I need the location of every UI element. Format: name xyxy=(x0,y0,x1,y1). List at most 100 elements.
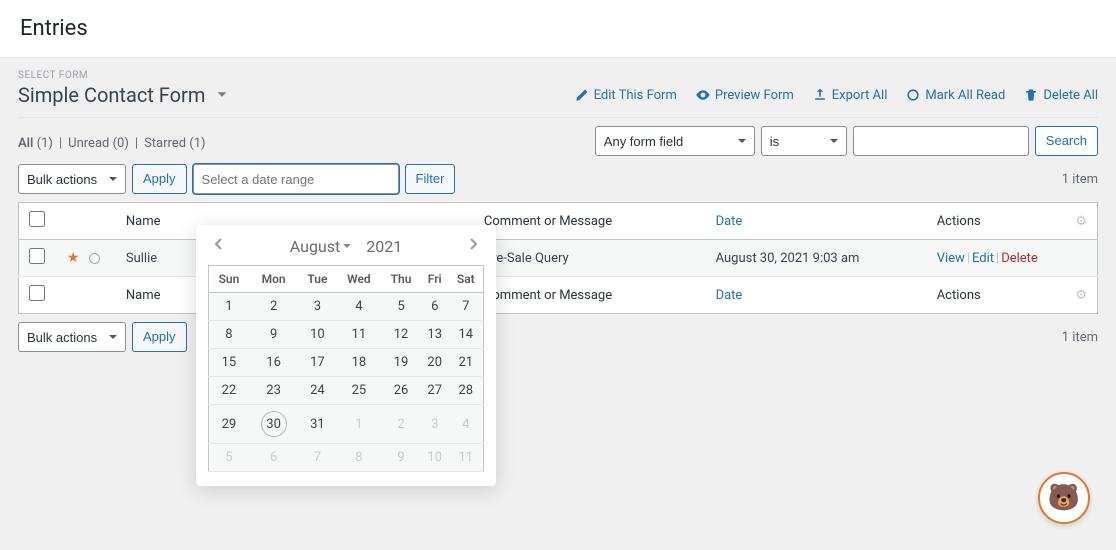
calendar-day[interactable]: 10 xyxy=(421,444,449,472)
calendar-day[interactable]: 15 xyxy=(209,349,249,377)
edit-link[interactable]: Edit xyxy=(972,251,994,266)
apply-button-bottom[interactable]: Apply xyxy=(132,322,187,352)
calendar-day[interactable]: 13 xyxy=(421,321,449,349)
calendar-day[interactable]: 6 xyxy=(249,444,298,472)
calendar-day[interactable]: 1 xyxy=(336,405,381,444)
calendar-day[interactable]: 25 xyxy=(336,377,381,405)
item-count-bottom: 1 item xyxy=(1062,330,1098,345)
calendar-day[interactable]: 31 xyxy=(298,405,336,444)
calendar-day[interactable]: 4 xyxy=(336,293,381,321)
row-checkbox[interactable] xyxy=(29,248,45,264)
gear-icon[interactable]: ⚙ xyxy=(1075,214,1087,229)
calendar-day[interactable]: 20 xyxy=(421,349,449,377)
search-value-input[interactable] xyxy=(853,126,1029,156)
col-comment-footer[interactable]: Comment or Message xyxy=(474,277,706,314)
bulk-action-select[interactable]: Bulk actions xyxy=(18,164,126,194)
trash-icon xyxy=(1023,87,1039,103)
calendar-day[interactable]: 22 xyxy=(209,377,249,405)
preview-form-label: Preview Form xyxy=(715,88,794,103)
delete-all-link[interactable]: Delete All xyxy=(1023,87,1098,103)
preview-form-link[interactable]: Preview Form xyxy=(695,87,794,103)
mark-all-read-link[interactable]: Mark All Read xyxy=(905,87,1005,103)
search-op-select[interactable]: is xyxy=(761,126,847,156)
filter-all[interactable]: All (1) xyxy=(18,136,53,151)
calendar-day[interactable]: 17 xyxy=(298,349,336,377)
calendar-day[interactable]: 9 xyxy=(249,321,298,349)
delete-all-label: Delete All xyxy=(1043,88,1098,103)
filter-unread[interactable]: Unread (0) xyxy=(68,136,129,151)
calendar-day[interactable]: 6 xyxy=(421,293,449,321)
calendar-prev[interactable] xyxy=(208,235,230,257)
form-name-text: Simple Contact Form xyxy=(18,83,205,107)
calendar-day[interactable]: 5 xyxy=(209,444,249,472)
calendar-day[interactable]: 5 xyxy=(381,293,421,321)
date-range-input[interactable] xyxy=(193,164,399,194)
calendar-day[interactable]: 27 xyxy=(421,377,449,405)
star-icon[interactable]: ★ xyxy=(67,250,80,266)
col-date-header[interactable]: Date xyxy=(706,203,927,240)
calendar-day[interactable]: 11 xyxy=(449,444,484,472)
calendar-day[interactable]: 19 xyxy=(381,349,421,377)
calendar-day[interactable]: 30 xyxy=(249,405,298,444)
form-selector[interactable]: Simple Contact Form xyxy=(18,83,231,107)
calendar-day[interactable]: 21 xyxy=(449,349,484,377)
select-all-checkbox[interactable] xyxy=(29,211,45,227)
calendar-next[interactable] xyxy=(462,235,484,257)
col-date-footer[interactable]: Date xyxy=(706,277,927,314)
chevron-down-icon xyxy=(342,241,352,251)
calendar-dow: Wed xyxy=(336,266,381,293)
calendar-day[interactable]: 3 xyxy=(298,293,336,321)
apply-button[interactable]: Apply xyxy=(132,164,187,194)
calendar-day[interactable]: 14 xyxy=(449,321,484,349)
calendar-day[interactable]: 12 xyxy=(381,321,421,349)
calendar-day[interactable]: 3 xyxy=(421,405,449,444)
filter-starred[interactable]: Starred (1) xyxy=(144,136,206,151)
calendar-day[interactable]: 24 xyxy=(298,377,336,405)
calendar-day[interactable]: 2 xyxy=(249,293,298,321)
eye-icon xyxy=(695,87,711,103)
table-row: ★ Sullie Pre-Sale Query August 30, 2021 … xyxy=(19,240,1098,277)
help-mascot[interactable]: 🐻 xyxy=(1038,472,1090,524)
calendar-month-select[interactable]: August xyxy=(290,237,352,256)
calendar-day[interactable]: 11 xyxy=(336,321,381,349)
delete-link[interactable]: Delete xyxy=(1001,251,1038,266)
edit-form-link[interactable]: Edit This Form xyxy=(574,87,677,103)
content-area: SELECT FORM Simple Contact Form Edit Thi… xyxy=(0,58,1116,368)
entries-table: Name Comment or Message Date Actions ⚙ ★… xyxy=(18,202,1098,314)
edit-form-label: Edit This Form xyxy=(594,88,677,103)
read-indicator[interactable] xyxy=(89,253,100,264)
calendar-day[interactable]: 4 xyxy=(449,405,484,444)
calendar-day[interactable]: 1 xyxy=(209,293,249,321)
mark-all-read-label: Mark All Read xyxy=(925,88,1005,103)
calendar-day[interactable]: 23 xyxy=(249,377,298,405)
calendar-day[interactable]: 7 xyxy=(298,444,336,472)
calendar-day[interactable]: 2 xyxy=(381,405,421,444)
calendar-day[interactable]: 8 xyxy=(336,444,381,472)
search-button[interactable]: Search xyxy=(1035,126,1098,156)
calendar-day[interactable]: 29 xyxy=(209,405,249,444)
search-field-select[interactable]: Any form field xyxy=(595,126,755,156)
select-form-label: SELECT FORM xyxy=(18,70,1098,81)
calendar-day[interactable]: 10 xyxy=(298,321,336,349)
row-date: August 30, 2021 9:03 am xyxy=(706,240,927,277)
calendar-day[interactable]: 7 xyxy=(449,293,484,321)
bulk-action-select-bottom[interactable]: Bulk actions xyxy=(18,322,126,352)
col-actions-header: Actions xyxy=(927,203,1064,240)
col-comment-header[interactable]: Comment or Message xyxy=(474,203,706,240)
gear-icon-bottom[interactable]: ⚙ xyxy=(1075,288,1087,303)
calendar-day[interactable]: 26 xyxy=(381,377,421,405)
calendar-year[interactable]: 2021 xyxy=(366,237,402,256)
calendar-day[interactable]: 18 xyxy=(336,349,381,377)
calendar-title: August 2021 xyxy=(290,237,402,256)
view-link[interactable]: View xyxy=(937,251,965,266)
date-picker-popup: August 2021 SunMonTueWedThuFriSat 123456… xyxy=(196,225,496,486)
filter-button[interactable]: Filter xyxy=(405,164,456,194)
select-all-checkbox-bottom[interactable] xyxy=(29,285,45,301)
calendar-day[interactable]: 9 xyxy=(381,444,421,472)
calendar-day[interactable]: 28 xyxy=(449,377,484,405)
calendar-day[interactable]: 8 xyxy=(209,321,249,349)
export-all-link[interactable]: Export All xyxy=(812,87,888,103)
page-title: Entries xyxy=(20,16,1096,41)
item-count-top: 1 item xyxy=(1062,172,1098,187)
calendar-day[interactable]: 16 xyxy=(249,349,298,377)
